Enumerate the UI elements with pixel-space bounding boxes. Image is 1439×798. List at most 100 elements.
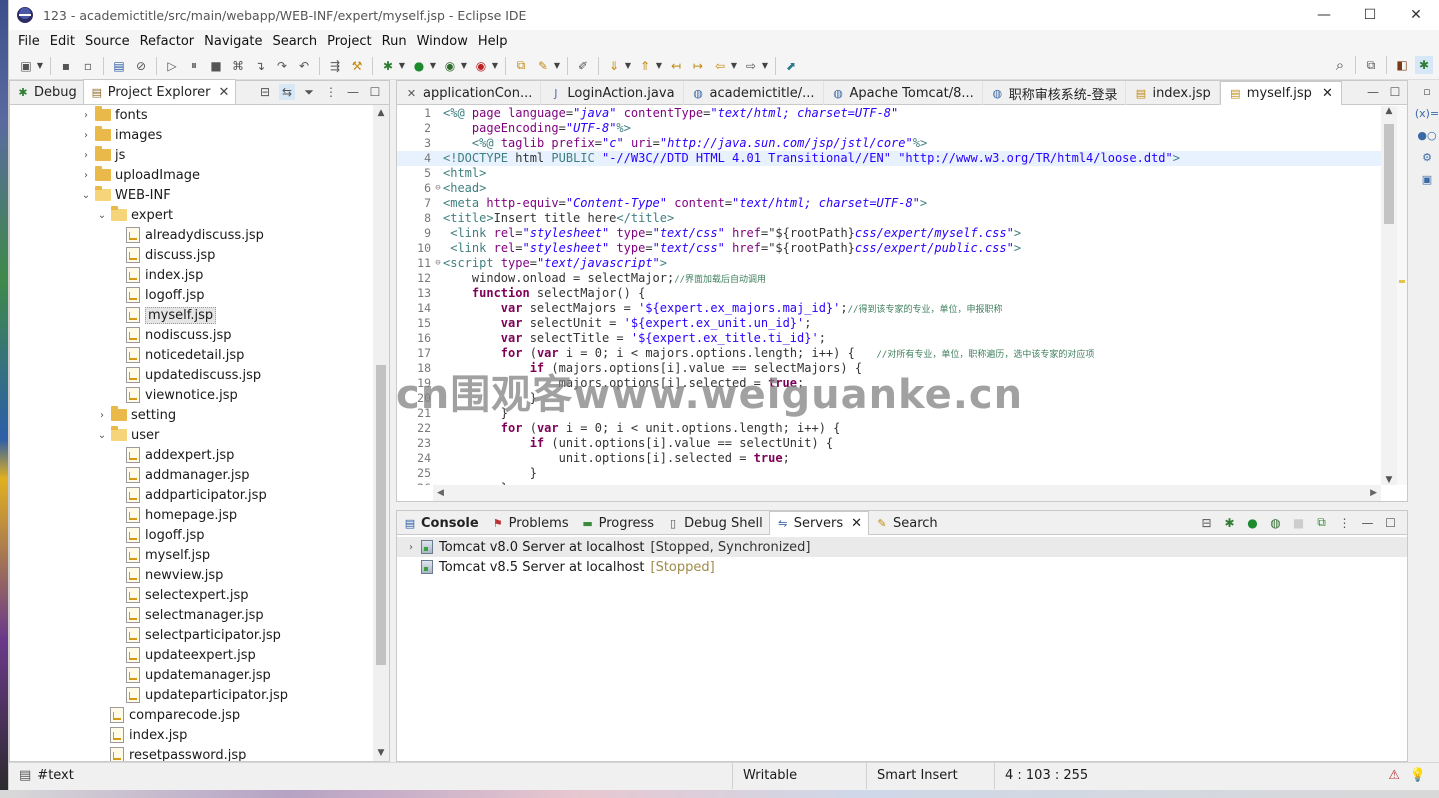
previous-annotation-icon[interactable]: ⇑ — [636, 57, 654, 75]
stop-server-icon[interactable]: ■ — [1290, 514, 1307, 531]
save-all-icon[interactable]: ▫ — [79, 57, 97, 75]
code-line[interactable]: 25 } — [397, 466, 1381, 481]
code-line[interactable]: 17 for (var i = 0; i < majors.options.le… — [397, 346, 1381, 361]
restore-icon[interactable]: ▫ — [1415, 80, 1439, 102]
toggle-mark-icon[interactable]: ✐ — [574, 57, 592, 75]
search-icon[interactable]: ⌕ — [1331, 56, 1349, 74]
tree-item[interactable]: logoff.jsp — [10, 285, 373, 305]
code-line[interactable]: 7 <meta http-equiv="Content-Type" content… — [397, 196, 1381, 211]
filter-icon[interactable]: ⏷ — [301, 84, 317, 100]
tree-item[interactable]: updatediscuss.jsp — [10, 365, 373, 385]
external-tools-icon[interactable]: ◉ — [472, 57, 490, 75]
chevron-right-icon[interactable]: › — [405, 542, 417, 553]
tip-icon[interactable]: 💡 — [1410, 768, 1426, 783]
use-step-filters-icon[interactable]: ⇶ — [326, 57, 344, 75]
collapse-all-icon[interactable]: ⊟ — [257, 84, 273, 100]
editor-tab[interactable]: ◍ Apache Tomcat/8... — [824, 81, 983, 105]
server-row[interactable]: › Tomcat v8.0 Server at localhost [Stopped… — [397, 537, 1407, 557]
editor-tab[interactable]: ▤ index.jsp — [1126, 81, 1220, 105]
open-perspective-icon[interactable]: ⧉ — [1362, 56, 1380, 74]
tree-item[interactable]: ⌄ WEB-INF — [10, 185, 373, 205]
run-icon[interactable]: ● — [410, 57, 428, 75]
tree-item[interactable]: addmanager.jsp — [10, 465, 373, 485]
chevron-right-icon[interactable]: › — [80, 150, 92, 161]
code-line[interactable]: 5 <html> — [397, 166, 1381, 181]
chevron-down-icon[interactable]: ▼ — [655, 57, 663, 75]
scroll-left-icon[interactable]: ◀ — [437, 488, 444, 498]
profile-server-icon[interactable]: ◍ — [1267, 514, 1284, 531]
tree-item[interactable]: updateparticipator.jsp — [10, 685, 373, 705]
maximize-icon[interactable]: ☐ — [1387, 84, 1403, 100]
view-menu-icon[interactable]: ⋮ — [1336, 514, 1353, 531]
maximize-icon[interactable]: ☐ — [1382, 514, 1399, 531]
error-log-icon[interactable]: ⚠ — [1388, 768, 1400, 783]
debug-icon[interactable]: ✱ — [379, 57, 397, 75]
chevron-down-icon[interactable]: ▼ — [36, 57, 44, 75]
menu-edit[interactable]: Edit — [45, 34, 80, 49]
chevron-down-icon[interactable]: ▼ — [624, 57, 632, 75]
chevron-down-icon[interactable]: ⌄ — [96, 430, 108, 441]
new-icon[interactable]: ▣ — [17, 57, 35, 75]
tree-item[interactable]: selectexpert.jsp — [10, 585, 373, 605]
open-type-icon[interactable]: ⧉ — [512, 57, 530, 75]
code-line[interactable]: 1 <%@ page language="java" contentType="t… — [397, 106, 1381, 121]
maximize-button[interactable]: ☐ — [1347, 0, 1393, 30]
tree-scrollbar[interactable]: ▲ ▼ — [373, 105, 389, 761]
debug-server-icon[interactable]: ✱ — [1221, 514, 1238, 531]
bottom-tab[interactable]: ⚑ Problems — [485, 511, 575, 535]
tree-item[interactable]: newview.jsp — [10, 565, 373, 585]
menu-search[interactable]: Search — [267, 34, 322, 49]
chevron-right-icon[interactable]: › — [96, 410, 108, 421]
fold-icon[interactable]: ⊖ — [433, 181, 443, 196]
editor-tab[interactable]: ◍ academictitle/... — [684, 81, 824, 105]
forward-edit-icon[interactable]: ↦ — [689, 57, 707, 75]
editor-tab[interactable]: ◍ 职称审核系统-登录 — [983, 81, 1127, 105]
next-annotation-icon[interactable]: ⇓ — [605, 57, 623, 75]
scrollbar-thumb[interactable] — [376, 365, 386, 665]
tree-item[interactable]: selectparticipator.jsp — [10, 625, 373, 645]
minimize-icon[interactable]: — — [1365, 84, 1381, 100]
code-line[interactable]: 4 <!DOCTYPE html PUBLIC "-//W3C//DTD HTML… — [397, 151, 1381, 166]
tree-item[interactable]: › uploadImage — [10, 165, 373, 185]
tree-item[interactable]: myself.jsp — [10, 305, 373, 325]
tree-item[interactable]: homepage.jsp — [10, 505, 373, 525]
coverage-icon[interactable]: ◉ — [441, 57, 459, 75]
suspend-icon[interactable]: ⏸ — [185, 57, 203, 75]
server-row[interactable]: Tomcat v8.5 Server at localhost [Stopped] — [397, 557, 1407, 577]
code-line[interactable]: 13 function selectMajor() { — [397, 286, 1381, 301]
code-editor[interactable]: 1 <%@ page language="java" contentType="t… — [397, 106, 1381, 485]
tab-project-explorer[interactable]: ▤ Project Explorer ✕ — [82, 79, 237, 104]
tree-item[interactable]: › setting — [10, 405, 373, 425]
skip-breakpoints-icon[interactable]: ⊘ — [132, 57, 150, 75]
java-ee-perspective-icon[interactable]: ◧ — [1393, 56, 1411, 74]
code-line[interactable]: 2 pageEncoding="UTF-8"%> — [397, 121, 1381, 136]
fold-icon[interactable]: ⊖ — [433, 256, 443, 271]
editor-vertical-scrollbar[interactable]: ▲ ▼ — [1381, 106, 1397, 485]
tree-item[interactable]: index.jsp — [10, 265, 373, 285]
open-task-icon[interactable]: ✎ — [534, 57, 552, 75]
tab-debug[interactable]: ✱ Debug — [10, 80, 83, 104]
tree-item[interactable]: › fonts — [10, 105, 373, 125]
tree-item[interactable]: resetpassword.jsp — [10, 745, 373, 761]
publish-icon[interactable]: ⧉ — [1313, 514, 1330, 531]
code-line[interactable]: 16 var selectTitle = '${expert.ex_title.… — [397, 331, 1381, 346]
minimize-button[interactable]: — — [1301, 0, 1347, 30]
scroll-right-icon[interactable]: ▶ — [1370, 488, 1377, 498]
view-menu-icon[interactable]: ⋮ — [323, 84, 339, 100]
scroll-down-icon[interactable]: ▼ — [1381, 475, 1397, 485]
chevron-down-icon[interactable]: ▼ — [553, 57, 561, 75]
chevron-down-icon[interactable]: ▼ — [398, 57, 406, 75]
menu-help[interactable]: Help — [473, 34, 513, 49]
chevron-down-icon[interactable]: ▼ — [429, 57, 437, 75]
menu-project[interactable]: Project — [322, 34, 376, 49]
code-line[interactable]: 21 } — [397, 406, 1381, 421]
tree-item[interactable]: updateexpert.jsp — [10, 645, 373, 665]
close-icon[interactable]: ✕ — [219, 85, 230, 100]
code-line[interactable]: 3 <%@ taglib prefix="c" uri="http://java… — [397, 136, 1381, 151]
menu-refactor[interactable]: Refactor — [135, 34, 200, 49]
tree-item[interactable]: viewnotice.jsp — [10, 385, 373, 405]
editor-tab[interactable]: J LoginAction.java — [541, 81, 684, 105]
chevron-down-icon[interactable]: ⌄ — [80, 190, 92, 201]
code-line[interactable]: 23 if (unit.options[i].value == selectUn… — [397, 436, 1381, 451]
menu-navigate[interactable]: Navigate — [199, 34, 267, 49]
